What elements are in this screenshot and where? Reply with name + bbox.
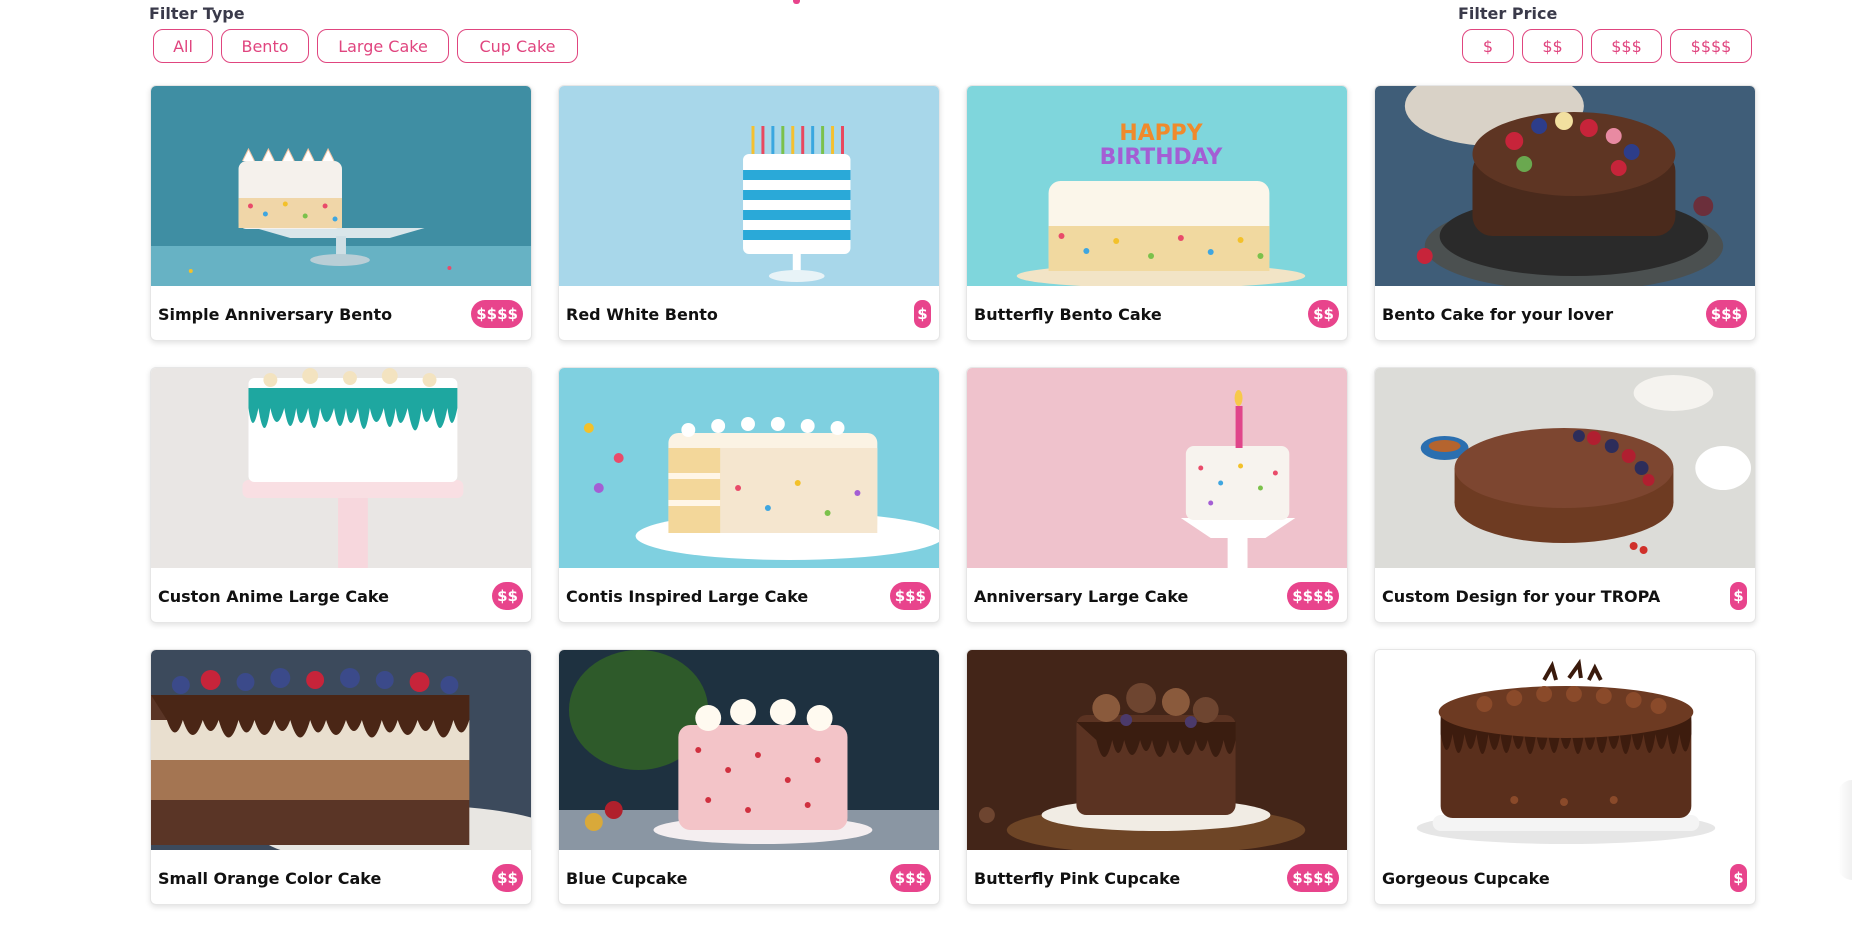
product-card-footer: Anniversary Large Cake $$$$ [967, 568, 1347, 622]
product-card[interactable]: Small Orange Color Cake $$ [150, 649, 532, 905]
cake-photo-mousse-berries [151, 650, 531, 850]
product-card[interactable]: Custon Anime Large Cake $$ [150, 367, 532, 623]
price-badge: $$ [1308, 300, 1339, 328]
product-card-footer: Custon Anime Large Cake $$ [151, 568, 531, 622]
price-badge: $$ [492, 582, 523, 610]
filter-price-label: Filter Price [1458, 4, 1558, 23]
product-image [967, 368, 1347, 568]
filter-price-3-button[interactable]: $$$ [1591, 29, 1662, 63]
product-image [1375, 650, 1755, 850]
filter-type-cup-cake-button[interactable]: Cup Cake [457, 29, 578, 63]
price-badge: $$$ [889, 864, 931, 892]
product-image [1375, 86, 1755, 286]
product-image [559, 86, 939, 286]
filter-type-group: Filter Type All Bento Large Cake Cup Cak… [149, 4, 578, 63]
page-title-accent [793, 0, 800, 4]
cake-photo-chocolate-swirl [1375, 650, 1755, 850]
cake-photo-sliced-confetti [559, 368, 939, 568]
cake-photo-teal-drip [151, 368, 531, 568]
cake-photo-peppermint [559, 650, 939, 850]
filter-price-2-button[interactable]: $$ [1522, 29, 1583, 63]
filter-price-group: Filter Price $ $$ $$$ $$$$ [1458, 4, 1752, 63]
filter-price-options: $ $$ $$$ $$$$ [1462, 29, 1752, 63]
product-card-footer: Simple Anniversary Bento $$$$ [151, 286, 531, 340]
product-name: Small Orange Color Cake [158, 868, 382, 888]
product-name: Red White Bento [566, 304, 718, 324]
price-badge: $ [914, 300, 931, 328]
product-card[interactable]: Custom Design for your TROPA $ [1374, 367, 1756, 623]
product-card-footer: Blue Cupcake $$$ [559, 850, 939, 904]
product-name: Blue Cupcake [566, 868, 688, 888]
product-grid: Simple Anniversary Bento $$$$ Red White … [150, 85, 1756, 905]
price-badge: $$ [492, 864, 523, 892]
product-card-footer: Custom Design for your TROPA $ [1375, 568, 1755, 622]
product-card[interactable]: Simple Anniversary Bento $$$$ [150, 85, 532, 341]
product-image [559, 650, 939, 850]
product-card-footer: Red White Bento $ [559, 286, 939, 340]
cake-photo-sprinkles-teal [151, 86, 531, 286]
product-name: Custom Design for your TROPA [1382, 586, 1661, 606]
cake-photo-chocolate-tart [1375, 368, 1755, 568]
price-badge: $$$ [1705, 300, 1747, 328]
filter-price-1-button[interactable]: $ [1462, 29, 1514, 63]
product-card-footer: Bento Cake for your lover $$$ [1375, 286, 1755, 340]
product-card-footer: Butterfly Bento Cake $$ [967, 286, 1347, 340]
product-card[interactable]: Butterfly Pink Cupcake $$$$ [966, 649, 1348, 905]
cake-photo-striped-candles [559, 86, 939, 286]
topper-happy: HAPPY [1119, 121, 1203, 146]
price-badge: $ [1730, 582, 1747, 610]
cake-photo-chocolate-macarons [967, 650, 1347, 850]
product-name: Simple Anniversary Bento [158, 304, 393, 324]
filter-price-4-button[interactable]: $$$$ [1670, 29, 1752, 63]
cake-photo-happy-birthday: HAPPY BIRTHDAY [967, 86, 1347, 286]
product-name: Contis Inspired Large Cake [566, 586, 809, 606]
product-name: Gorgeous Cupcake [1382, 868, 1550, 888]
product-image [967, 650, 1347, 850]
product-image: HAPPY BIRTHDAY [967, 86, 1347, 286]
product-card[interactable]: Gorgeous Cupcake $ [1374, 649, 1756, 905]
product-image [151, 368, 531, 568]
product-image [151, 650, 531, 850]
price-badge: $$$ [889, 582, 931, 610]
filter-type-options: All Bento Large Cake Cup Cake [153, 29, 578, 63]
cake-photo-single-candle-pink [967, 368, 1347, 568]
product-card[interactable]: HAPPY BIRTHDAY Butterfly Bento Cake $$ [966, 85, 1348, 341]
product-card[interactable]: Bento Cake for your lover $$$ [1374, 85, 1756, 341]
price-badge: $$$$ [1287, 864, 1339, 892]
product-name: Bento Cake for your lover [1382, 304, 1614, 324]
topper-birthday: BIRTHDAY [1100, 145, 1224, 170]
product-name: Butterfly Pink Cupcake [974, 868, 1181, 888]
product-card-footer: Contis Inspired Large Cake $$$ [559, 568, 939, 622]
filter-type-label: Filter Type [149, 4, 245, 23]
product-card[interactable]: Anniversary Large Cake $$$$ [966, 367, 1348, 623]
product-name: Butterfly Bento Cake [974, 304, 1162, 324]
product-card-footer: Butterfly Pink Cupcake $$$$ [967, 850, 1347, 904]
product-image [151, 86, 531, 286]
filter-type-large-cake-button[interactable]: Large Cake [317, 29, 449, 63]
cake-photo-chocolate-berries [1375, 86, 1755, 286]
price-badge: $$$$ [1287, 582, 1339, 610]
filter-type-all-button[interactable]: All [153, 29, 213, 63]
scroll-edge-shadow [1838, 780, 1852, 880]
filter-type-bento-button[interactable]: Bento [221, 29, 309, 63]
price-badge: $ [1730, 864, 1747, 892]
product-card-footer: Small Orange Color Cake $$ [151, 850, 531, 904]
product-image [1375, 368, 1755, 568]
product-card[interactable]: Red White Bento $ [558, 85, 940, 341]
product-name: Custon Anime Large Cake [158, 586, 389, 606]
price-badge: $$$$ [471, 300, 523, 328]
product-card[interactable]: Contis Inspired Large Cake $$$ [558, 367, 940, 623]
product-card-footer: Gorgeous Cupcake $ [1375, 850, 1755, 904]
product-name: Anniversary Large Cake [974, 586, 1189, 606]
product-image [559, 368, 939, 568]
product-card[interactable]: Blue Cupcake $$$ [558, 649, 940, 905]
